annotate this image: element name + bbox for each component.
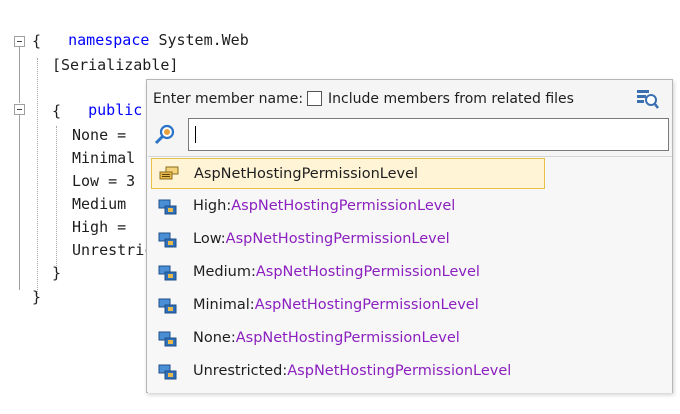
enum-member-icon	[158, 364, 177, 380]
member-name: Minimal:	[193, 297, 255, 313]
list-item[interactable]: Unrestricted:AspNetHostingPermissionLeve…	[151, 356, 545, 387]
member-type: AspNetHostingPermissionLevel	[231, 198, 456, 214]
member-name: None:	[193, 330, 236, 346]
code-line-member: High =	[72, 218, 127, 236]
related-files-checkbox[interactable]	[307, 91, 323, 106]
fold-line	[19, 47, 20, 103]
member-name: High:	[193, 198, 232, 214]
list-item-label: Low:AspNetHostingPermissionLevel	[193, 224, 450, 254]
list-item[interactable]: Medium:AspNetHostingPermissionLevel	[151, 257, 545, 288]
code-line-brace-close: }	[32, 288, 42, 306]
namespace-name: System.Web	[158, 31, 249, 49]
code-line-member: None =	[72, 126, 127, 144]
list-item[interactable]: AspNetHostingPermissionLevel	[151, 158, 545, 189]
enum-icon	[159, 166, 179, 180]
member-type: AspNetHostingPermissionLevel	[235, 330, 460, 346]
collapse-namespace-icon[interactable]	[14, 36, 25, 47]
code-line-namespace: namespace System.Web	[32, 7, 249, 49]
member-type: AspNetHostingPermissionLevel	[287, 363, 512, 379]
code-line-brace-open: {	[32, 32, 42, 50]
indent-guide	[56, 126, 57, 268]
code-line-enum-brace-open: {	[52, 102, 62, 120]
code-line-member: Minimal	[72, 149, 136, 167]
member-name: Low:	[193, 231, 226, 247]
list-item-label: Unrestricted:AspNetHostingPermissionLeve…	[193, 356, 511, 386]
member-search-input[interactable]	[188, 118, 669, 151]
code-line-member: Unrestric	[72, 241, 154, 259]
member-list[interactable]: AspNetHostingPermissionLevel High:AspNet…	[148, 156, 672, 393]
list-item-label: High:AspNetHostingPermissionLevel	[193, 191, 455, 221]
enum-member-icon	[158, 199, 177, 215]
code-line-member: Low = 3	[72, 172, 136, 190]
member-type: AspNetHostingPermissionLevel	[255, 264, 480, 280]
member-name-label: Enter member name:	[153, 91, 304, 107]
search-icon	[154, 124, 175, 145]
enum-member-icon	[158, 298, 177, 314]
member-name: AspNetHostingPermissionLevel	[194, 166, 419, 182]
code-line-attribute: [Serializable]	[52, 56, 179, 74]
enum-member-icon	[158, 232, 177, 248]
enum-member-icon	[158, 331, 177, 347]
enum-member-icon	[158, 265, 177, 281]
list-item-label: Medium:AspNetHostingPermissionLevel	[193, 257, 480, 287]
member-name: Unrestricted:	[193, 363, 288, 379]
keyword: public	[88, 101, 143, 119]
related-files-checkbox-label[interactable]: Include members from related files	[328, 91, 574, 107]
list-item[interactable]: Low:AspNetHostingPermissionLevel	[151, 224, 545, 255]
code-line-enum-brace-close: }	[52, 264, 62, 282]
member-type: AspNetHostingPermissionLevel	[254, 297, 479, 313]
member-selection-popup[interactable]: Enter member name: Include members from r…	[146, 79, 673, 393]
collapse-enum-icon[interactable]	[14, 104, 25, 115]
list-item-label: Minimal:AspNetHostingPermissionLevel	[193, 290, 479, 320]
list-item[interactable]: High:AspNetHostingPermissionLevel	[151, 191, 545, 222]
list-item-label: None:AspNetHostingPermissionLevel	[193, 323, 460, 353]
list-item-label: AspNetHostingPermissionLevel	[194, 159, 418, 189]
class-view-search-icon[interactable]	[636, 88, 660, 110]
code-line-member: Medium	[72, 195, 127, 213]
list-item[interactable]: None:AspNetHostingPermissionLevel	[151, 323, 545, 354]
keyword: namespace	[68, 31, 150, 49]
popup-header: Enter member name: Include members from r…	[153, 88, 574, 110]
member-type: AspNetHostingPermissionLevel	[225, 231, 450, 247]
list-item[interactable]: Minimal:AspNetHostingPermissionLevel	[151, 290, 545, 321]
fold-line	[19, 115, 20, 290]
member-name: Medium:	[193, 264, 256, 280]
indent-guide	[37, 58, 38, 294]
text-caret	[195, 126, 196, 143]
